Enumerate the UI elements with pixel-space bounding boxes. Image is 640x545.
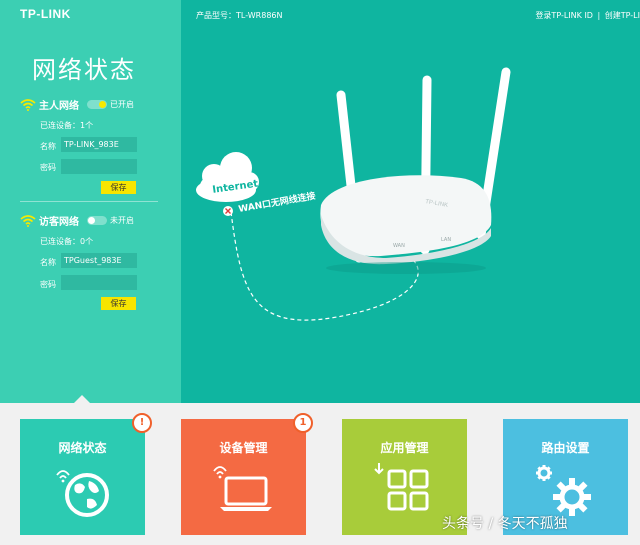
top-links: 登录TP-LINK ID | 创建TP-LI — [535, 11, 640, 20]
main-wifi-title: 主人网络 — [39, 101, 79, 112]
product-model: 产品型号：TL-WR886N — [196, 11, 283, 20]
guest-wifi-connected: 已连设备：0个 — [40, 237, 94, 246]
main-wifi-password-field[interactable] — [61, 159, 137, 174]
guest-wifi-header: 访客网络 未开启 — [20, 213, 134, 228]
guest-wifi-name-field[interactable]: TPGuest_983E — [61, 253, 137, 268]
main-wifi-toggle[interactable] — [87, 100, 107, 109]
tile-label: 网络状态 — [58, 441, 107, 455]
tplink-logo: TP-LINK — [20, 7, 71, 21]
tile-badge: ! — [132, 413, 152, 433]
page-title: 网络状态 — [32, 56, 136, 84]
main-wifi-header: 主人网络 已开启 — [20, 97, 134, 112]
create-tplink-id-link[interactable]: 创建TP-LI — [605, 11, 640, 20]
divider — [20, 201, 158, 202]
active-tile-indicator — [74, 395, 90, 403]
guest-wifi-name-label: 名称 — [40, 258, 56, 267]
disconnected-icon — [223, 206, 233, 216]
tile-badge: 1 — [293, 413, 313, 433]
main-wifi-name-label: 名称 — [40, 142, 56, 151]
login-tplink-id-link[interactable]: 登录TP-LINK ID — [535, 11, 593, 20]
globe-icon — [55, 470, 109, 517]
tile-label: 路由设置 — [541, 441, 590, 455]
top-bar: TP-LINK 产品型号：TL-WR886N 登录TP-LINK ID | 创建… — [0, 0, 640, 30]
gear-icon — [535, 465, 591, 516]
internet-cloud-icon — [196, 152, 259, 202]
tile-network-status[interactable]: 网络状态 ! — [20, 413, 152, 535]
guest-wifi-title: 访客网络 — [39, 217, 79, 228]
tile-device-management[interactable]: 设备管理 1 — [181, 413, 313, 535]
main-wifi-toggle-label: 已开启 — [110, 100, 134, 109]
laptop-icon — [212, 466, 272, 511]
router-port-lan: LAN — [441, 237, 451, 243]
router-icon — [320, 67, 511, 274]
wifi-icon — [20, 98, 36, 111]
wifi-icon — [20, 214, 36, 227]
main-wifi-save-button[interactable]: 保存 — [101, 181, 136, 194]
guest-wifi-password-field[interactable] — [61, 275, 137, 290]
tile-label: 应用管理 — [380, 441, 429, 455]
network-diagram: Internet WAN口无网线连接 TP-LINK WAN LAN — [181, 0, 640, 403]
router-port-wan: WAN — [393, 243, 405, 249]
watermark: 头条号 / 冬天不孤独 — [442, 516, 568, 532]
guest-wifi-toggle[interactable] — [87, 216, 107, 225]
guest-wifi-save-button[interactable]: 保存 — [101, 297, 136, 310]
apps-grid-icon — [373, 463, 428, 511]
guest-wifi-toggle-label: 未开启 — [110, 216, 134, 225]
main-wifi-name-field[interactable]: TP-LINK_983E — [61, 137, 137, 152]
main-wifi-password-label: 密码 — [40, 163, 56, 172]
guest-wifi-password-label: 密码 — [40, 280, 56, 289]
diagram-svg: Internet WAN口无网线连接 TP-LINK WAN LAN — [196, 67, 511, 321]
tile-label: 设备管理 — [219, 441, 268, 455]
main-wifi-connected: 已连设备：1个 — [40, 121, 94, 130]
network-status-panel: 网络状态 主人网络 已开启 已连设备：1个 名称 TP-LINK_983E 密码… — [0, 0, 181, 403]
